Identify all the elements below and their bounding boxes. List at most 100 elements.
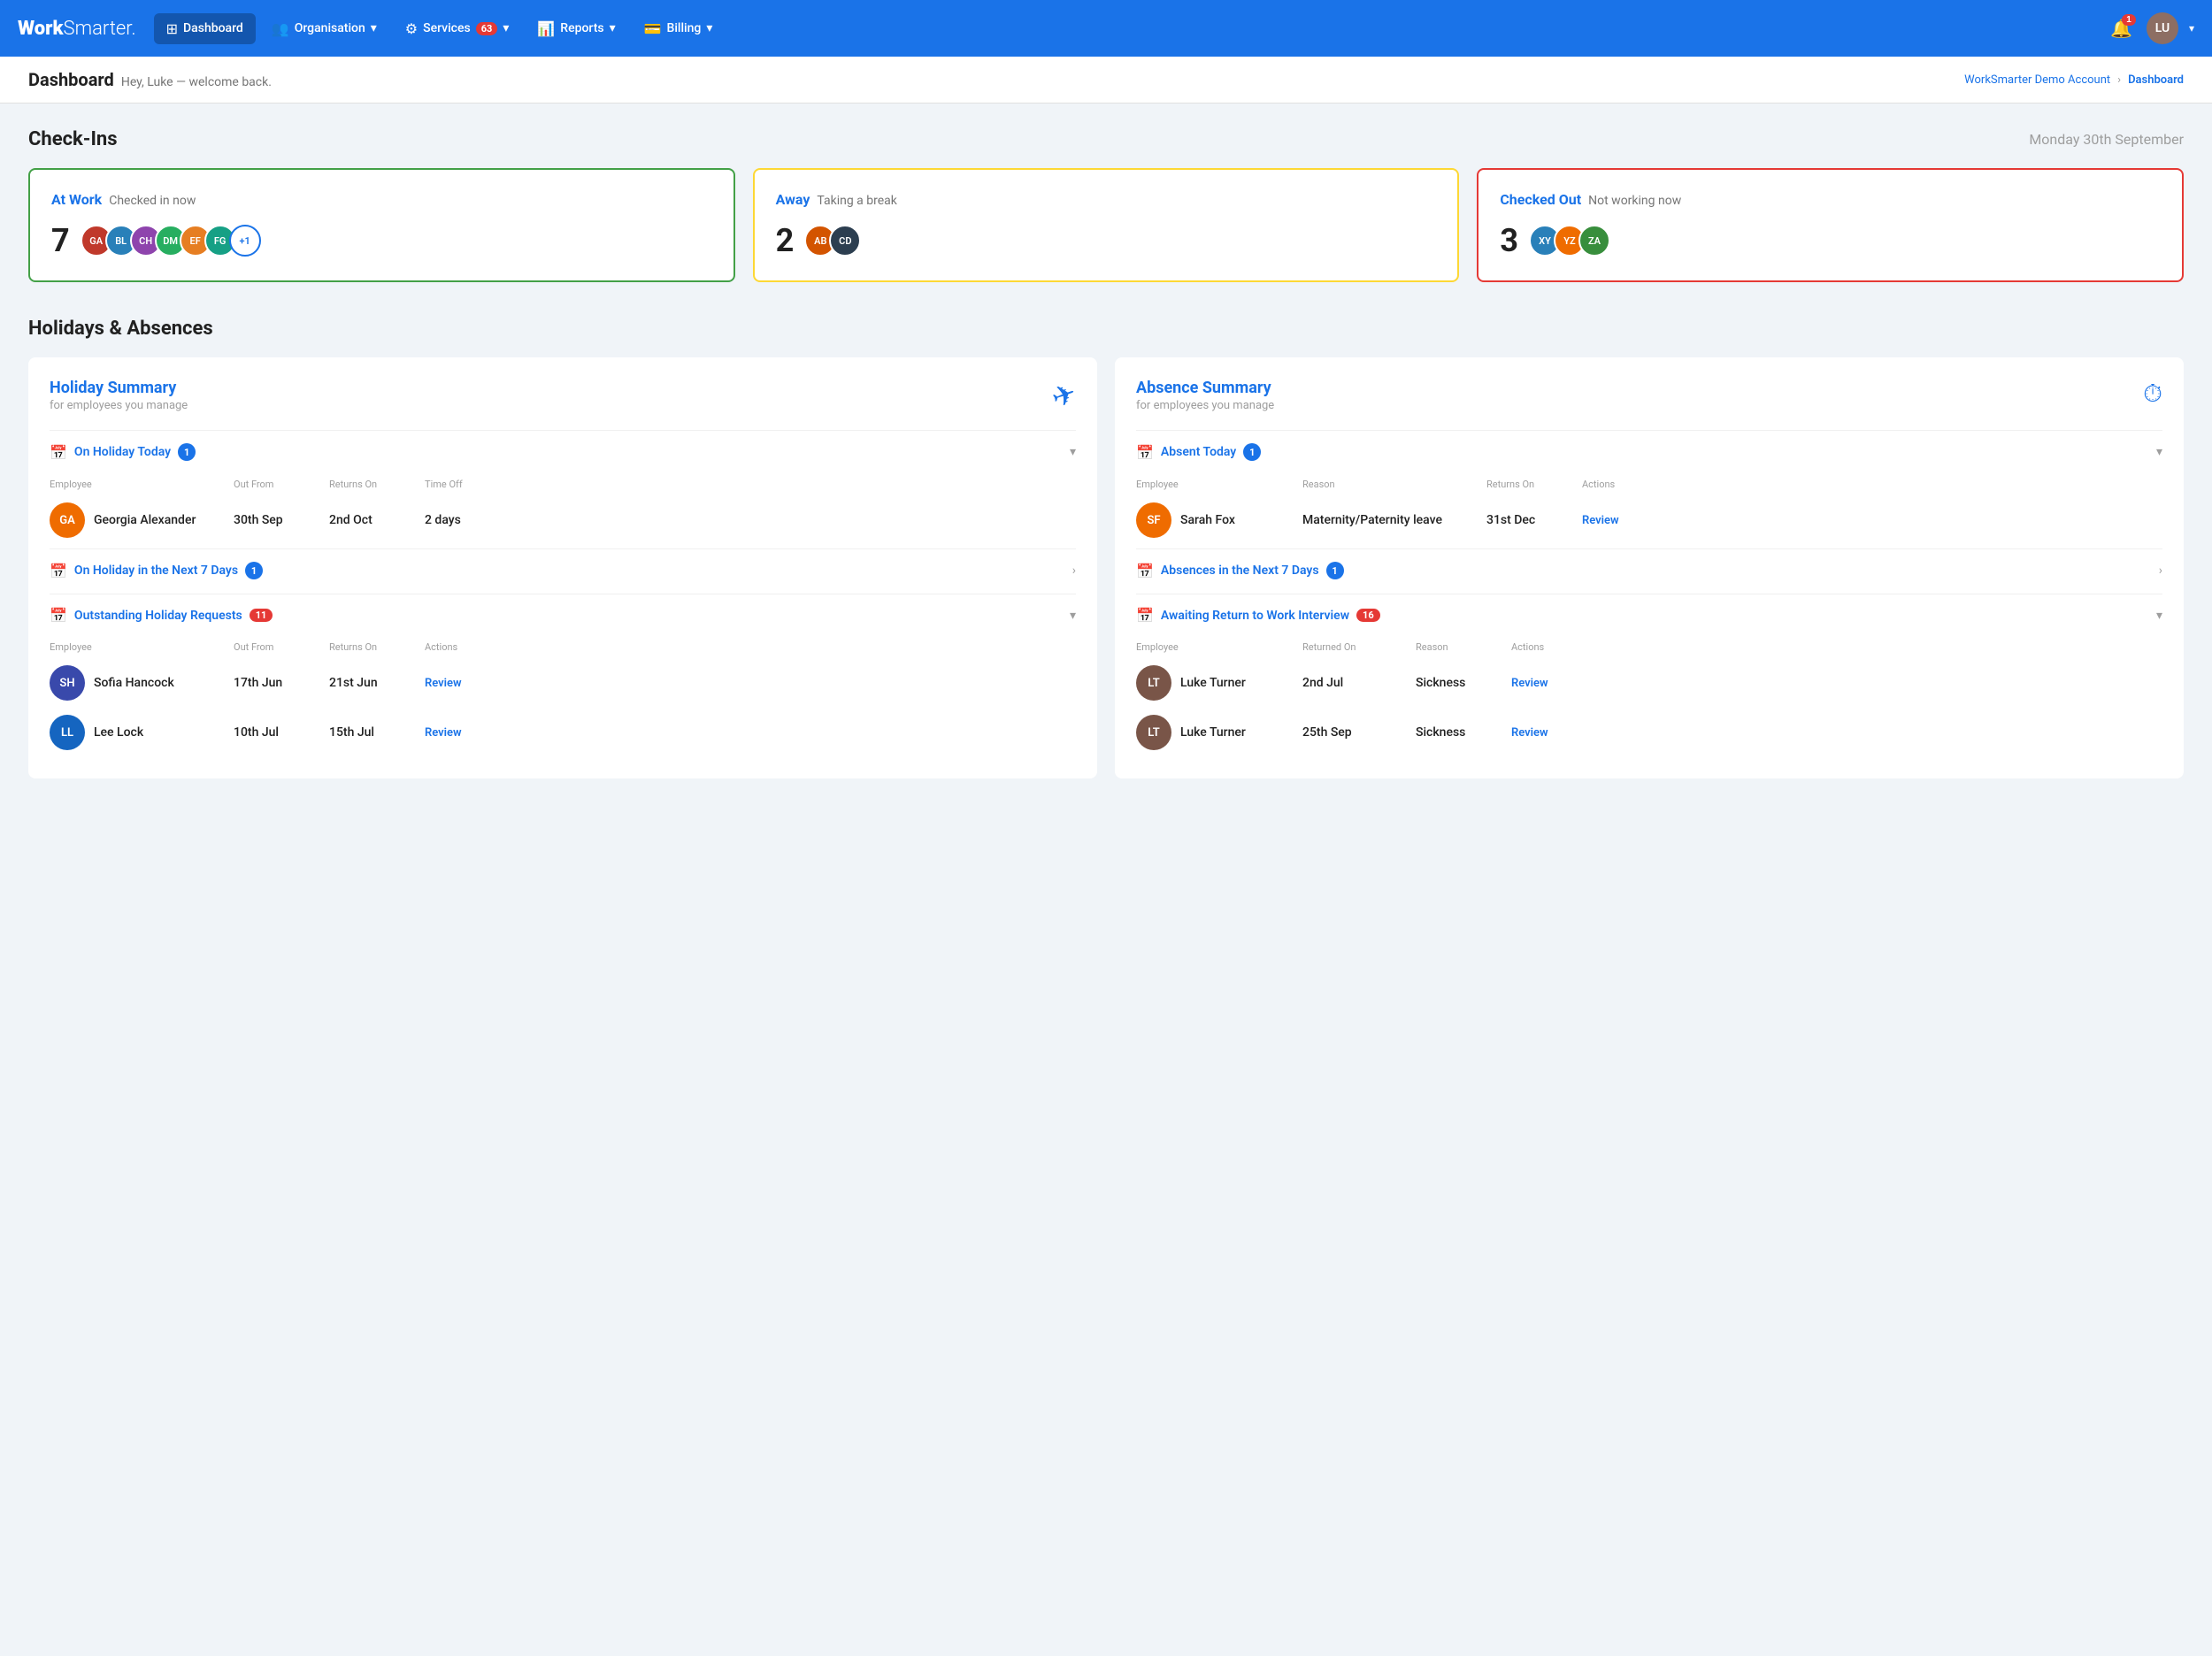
account-link[interactable]: WorkSmarter Demo Account — [1964, 73, 2110, 87]
checked-out-desc: Not working now — [1588, 194, 1681, 208]
breadcrumb-right: WorkSmarter Demo Account › Dashboard — [1964, 73, 2184, 87]
holiday-today-employee-row: GA Georgia Alexander 30th Sep 2nd Oct 2 … — [50, 495, 1076, 545]
rtw-header-row: Employee Returned On Reason Actions — [1136, 634, 2162, 658]
away-label: Away — [776, 191, 810, 208]
lee-review-action[interactable]: Review — [425, 726, 1076, 740]
absent-today-chevron: ▾ — [2156, 445, 2162, 459]
outstanding-requests-section: 📅 Outstanding Holiday Requests 11 ▾ Empl… — [50, 594, 1076, 757]
checkin-card-at-work[interactable]: At Work Checked in now 7 GA BL CH DM EF … — [28, 168, 735, 282]
dashboard-icon: ⊞ — [166, 20, 178, 37]
luke1-review-action[interactable]: Review — [1511, 677, 2162, 690]
user-avatar[interactable]: LU — [2147, 12, 2178, 44]
nav-billing[interactable]: 💳 Billing ▾ — [632, 13, 726, 44]
checkin-cards-container: At Work Checked in now 7 GA BL CH DM EF … — [28, 168, 2184, 282]
on-holiday-today-section: 📅 On Holiday Today 1 ▾ Employee Out From… — [50, 430, 1076, 545]
nav-reports[interactable]: 📊 Reports ▾ — [525, 13, 627, 44]
nav-dashboard[interactable]: ⊞ Dashboard — [154, 13, 256, 44]
user-dropdown-icon[interactable]: ▾ — [2189, 22, 2194, 34]
rtw-row-luke1: LT Luke Turner 2nd Jul Sickness Review — [1136, 658, 2162, 708]
sarah-returns-on: 31st Dec — [1486, 513, 1575, 527]
holiday-card-subtitle: for employees you manage — [50, 399, 188, 412]
navbar: WorkSmarter. ⊞ Dashboard 👥 Organisation … — [0, 0, 2212, 57]
at-work-bottom: 7 GA BL CH DM EF FG +1 — [51, 222, 712, 259]
sofia-returns-on: 21st Jun — [329, 676, 418, 690]
lee-out-from: 10th Jul — [234, 725, 322, 740]
employee-info-sofia: SH Sofia Hancock — [50, 665, 227, 701]
employee-info-lee: LL Lee Lock — [50, 715, 227, 750]
employee-name-lee: Lee Lock — [94, 725, 143, 740]
holiday-card-title: Holiday Summary — [50, 379, 188, 397]
holiday-card: Holiday Summary for employees you manage… — [28, 357, 1097, 778]
breadcrumb-separator: › — [2117, 73, 2121, 87]
absent-today-badge: 1 — [1243, 443, 1261, 461]
sarah-review-action[interactable]: Review — [1582, 514, 2162, 527]
breadcrumb-left: Dashboard Hey, Luke — welcome back. — [28, 69, 272, 90]
breadcrumb-current: Dashboard — [2128, 73, 2184, 87]
calendar-icon-outstanding: 📅 — [50, 607, 67, 624]
calendar-icon-next7: 📅 — [50, 563, 67, 579]
on-holiday-today-header[interactable]: 📅 On Holiday Today 1 ▾ — [50, 443, 1076, 472]
absent-today-header[interactable]: 📅 Absent Today 1 ▾ — [1136, 443, 2162, 472]
avatar-sofia: SH — [50, 665, 85, 701]
absences-next-7-chevron: › — [2159, 564, 2162, 578]
rtw-col-returned-on: Returned On — [1302, 641, 1409, 653]
holiday-card-header: Holiday Summary for employees you manage… — [50, 379, 1076, 412]
col-label-emp: Employee — [50, 641, 227, 653]
services-icon: ⚙ — [405, 20, 418, 37]
sofia-out-from: 17th Jun — [234, 676, 322, 690]
checkin-card-away[interactable]: Away Taking a break 2 AB CD — [753, 168, 1460, 282]
return-to-work-label: Awaiting Return to Work Interview — [1161, 609, 1349, 623]
absence-card: Absence Summary for employees you manage… — [1115, 357, 2184, 778]
employee-name-luke2: Luke Turner — [1180, 725, 1246, 740]
at-work-count: 7 — [51, 222, 70, 259]
holiday-next-7-header[interactable]: 📅 On Holiday in the Next 7 Days 1 › — [50, 562, 1076, 590]
absence-icon: ⏱ — [2143, 379, 2162, 409]
luke2-reason: Sickness — [1416, 725, 1504, 740]
absences-next-7-section: 📅 Absences in the Next 7 Days 1 › — [1136, 548, 2162, 590]
notifications-button[interactable]: 🔔 1 — [2107, 14, 2136, 43]
col-label-employee: Employee — [50, 479, 227, 490]
col-label-time-off: Time Off — [425, 479, 1076, 490]
on-holiday-today-badge: 1 — [178, 443, 196, 461]
abs-col-reason: Reason — [1302, 479, 1479, 490]
reports-icon: 📊 — [537, 20, 555, 37]
calendar-icon-rtw: 📅 — [1136, 607, 1154, 624]
absent-today-header-row: Employee Reason Returns On Actions — [1136, 472, 2162, 495]
absent-today-employee-row: SF Sarah Fox Maternity/Paternity leave 3… — [1136, 495, 2162, 545]
absent-today-label: Absent Today — [1161, 445, 1236, 459]
avatar-luke2: LT — [1136, 715, 1171, 750]
employee-info-luke2: LT Luke Turner — [1136, 715, 1295, 750]
holiday-next-7-left: 📅 On Holiday in the Next 7 Days 1 — [50, 562, 263, 579]
calendar-icon-absent: 📅 — [1136, 444, 1154, 461]
employee-name-sarah: Sarah Fox — [1180, 513, 1235, 527]
absent-today-section: 📅 Absent Today 1 ▾ Employee Reason Retur… — [1136, 430, 2162, 545]
returns-on-georgia: 2nd Oct — [329, 513, 418, 527]
nav-organisation[interactable]: 👥 Organisation ▾ — [259, 13, 389, 44]
calendar-icon-abs-next7: 📅 — [1136, 563, 1154, 579]
at-work-status-line: At Work Checked in now — [51, 191, 712, 208]
sofia-review-action[interactable]: Review — [425, 677, 1076, 690]
holiday-card-title-block: Holiday Summary for employees you manage — [50, 379, 188, 412]
employee-info-luke1: LT Luke Turner — [1136, 665, 1295, 701]
col-label-returns-on: Returns On — [329, 479, 418, 490]
plane-icon: ✈ — [1047, 376, 1080, 416]
return-to-work-header[interactable]: 📅 Awaiting Return to Work Interview 16 ▾ — [1136, 607, 2162, 634]
return-to-work-badge: 16 — [1356, 609, 1380, 622]
organisation-dropdown-icon: ▾ — [371, 21, 377, 35]
away-avatars: AB CD — [804, 225, 861, 257]
employee-name-sofia: Sofia Hancock — [94, 676, 174, 690]
holiday-next-7-section: 📅 On Holiday in the Next 7 Days 1 › — [50, 548, 1076, 590]
time-off-georgia: 2 days — [425, 513, 1076, 527]
checkin-card-checked-out[interactable]: Checked Out Not working now 3 XY YZ ZA — [1477, 168, 2184, 282]
welcome-message: Hey, Luke — welcome back. — [121, 75, 272, 89]
outstanding-requests-header[interactable]: 📅 Outstanding Holiday Requests 11 ▾ — [50, 607, 1076, 634]
nav-services[interactable]: ⚙ Services 63 ▾ — [393, 13, 522, 44]
luke2-review-action[interactable]: Review — [1511, 726, 2162, 740]
abs-col-returns: Returns On — [1486, 479, 1575, 490]
return-to-work-section: 📅 Awaiting Return to Work Interview 16 ▾… — [1136, 594, 2162, 757]
breadcrumb-bar: Dashboard Hey, Luke — welcome back. Work… — [0, 57, 2212, 104]
abs-col-employee: Employee — [1136, 479, 1295, 490]
absences-next-7-header[interactable]: 📅 Absences in the Next 7 Days 1 › — [1136, 562, 2162, 590]
brand-logo[interactable]: WorkSmarter. — [18, 18, 136, 40]
rtw-col-actions: Actions — [1511, 641, 2162, 653]
